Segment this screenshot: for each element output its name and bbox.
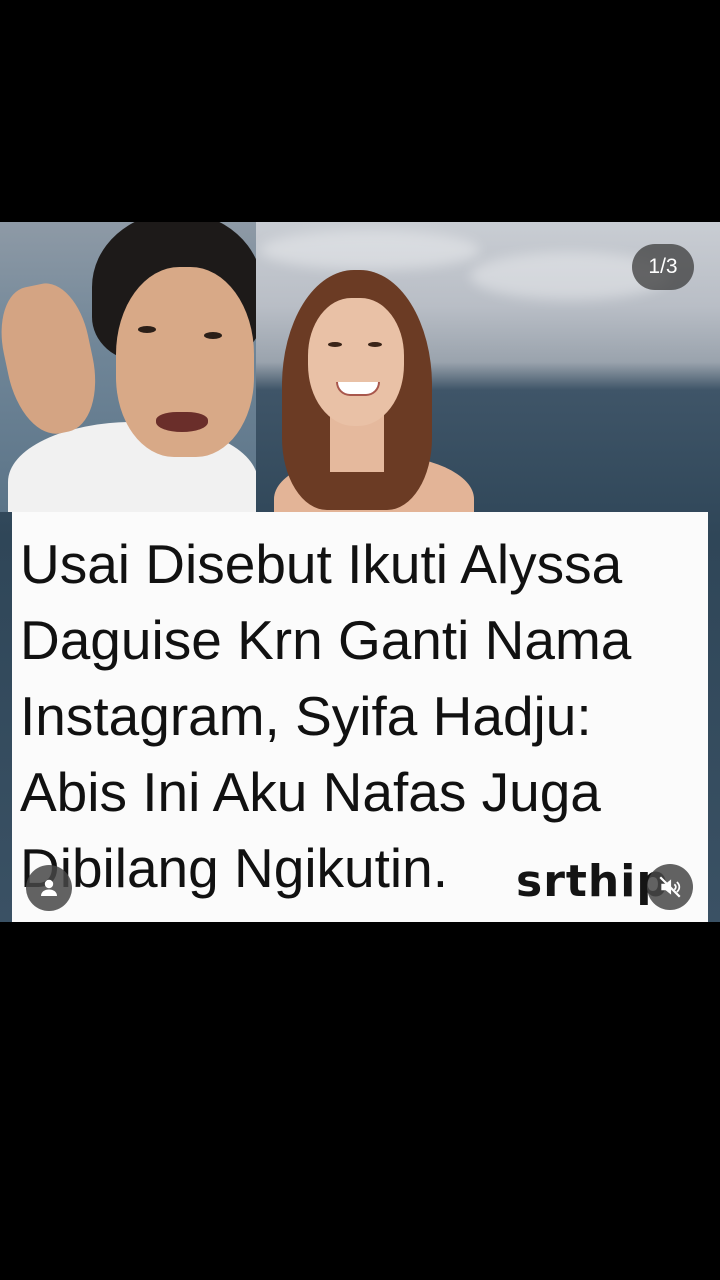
- person-icon: [41, 879, 57, 896]
- eye: [368, 342, 382, 347]
- reaction-photo: [0, 222, 256, 512]
- speaker-muted-icon: [659, 876, 681, 898]
- hand: [0, 276, 107, 442]
- face: [308, 298, 404, 426]
- mouth: [156, 412, 208, 432]
- profile-button[interactable]: [26, 865, 72, 911]
- eye: [328, 342, 342, 347]
- portrait-photo: [256, 222, 476, 512]
- caption-text: Usai Disebut Ikuti Alyssa Daguise Krn Ga…: [20, 533, 632, 899]
- mute-toggle-button[interactable]: [647, 864, 693, 910]
- eye: [204, 332, 222, 339]
- page-counter-badge: 1/3: [632, 244, 694, 290]
- eye: [138, 326, 156, 333]
